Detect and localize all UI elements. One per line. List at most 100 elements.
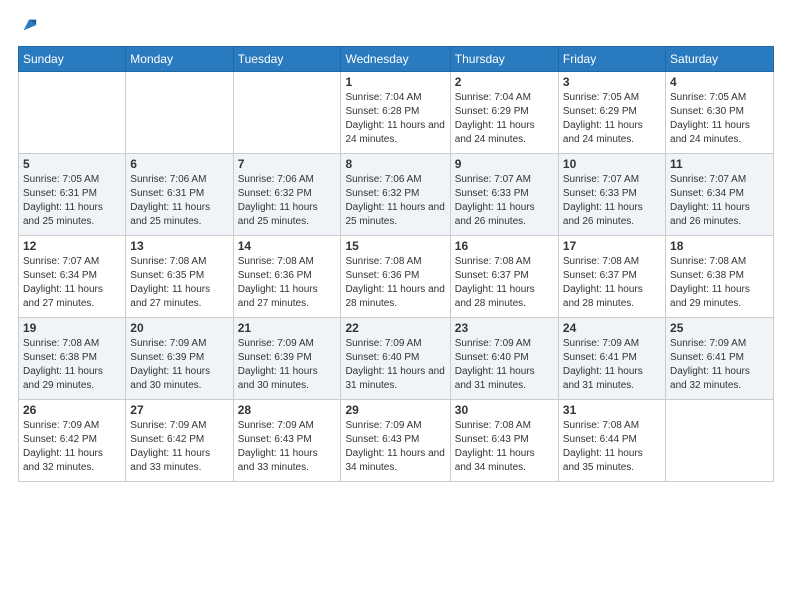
day-number: 10	[563, 157, 661, 171]
logo	[18, 16, 38, 36]
day-info: Sunrise: 7:08 AM Sunset: 6:38 PM Dayligh…	[23, 337, 121, 393]
logo-icon	[20, 16, 38, 34]
calendar-cell: 15 Sunrise: 7:08 AM Sunset: 6:36 PM Dayli…	[341, 236, 450, 318]
day-number: 6	[130, 157, 228, 171]
calendar-cell: 1 Sunrise: 7:04 AM Sunset: 6:28 PM Daylig…	[341, 72, 450, 154]
day-info: Sunrise: 7:09 AM Sunset: 6:42 PM Dayligh…	[23, 419, 121, 475]
day-info: Sunrise: 7:08 AM Sunset: 6:36 PM Dayligh…	[345, 255, 445, 311]
day-info: Sunrise: 7:08 AM Sunset: 6:38 PM Dayligh…	[670, 255, 769, 311]
weekday-header: Friday	[558, 47, 665, 72]
calendar-cell	[19, 72, 126, 154]
day-info: Sunrise: 7:05 AM Sunset: 6:31 PM Dayligh…	[23, 173, 121, 229]
calendar-cell: 3 Sunrise: 7:05 AM Sunset: 6:29 PM Daylig…	[558, 72, 665, 154]
calendar-week-row: 1 Sunrise: 7:04 AM Sunset: 6:28 PM Daylig…	[19, 72, 774, 154]
calendar-cell: 6 Sunrise: 7:06 AM Sunset: 6:31 PM Daylig…	[126, 154, 233, 236]
calendar-cell: 11Sunrise: 7:07 AM Sunset: 6:34 PM Dayli…	[666, 154, 774, 236]
calendar-cell: 20 Sunrise: 7:09 AM Sunset: 6:39 PM Dayli…	[126, 318, 233, 400]
weekday-header: Thursday	[450, 47, 558, 72]
day-info: Sunrise: 7:04 AM Sunset: 6:29 PM Dayligh…	[455, 91, 554, 147]
calendar-cell: 8Sunrise: 7:06 AM Sunset: 6:32 PM Daylig…	[341, 154, 450, 236]
day-number: 26	[23, 403, 121, 417]
day-info: Sunrise: 7:09 AM Sunset: 6:42 PM Dayligh…	[130, 419, 228, 475]
day-info: Sunrise: 7:07 AM Sunset: 6:34 PM Dayligh…	[670, 173, 769, 229]
day-info: Sunrise: 7:09 AM Sunset: 6:39 PM Dayligh…	[130, 337, 228, 393]
day-number: 4	[670, 75, 769, 89]
day-number: 14	[238, 239, 337, 253]
day-number: 22	[345, 321, 445, 335]
calendar-week-row: 26 Sunrise: 7:09 AM Sunset: 6:42 PM Dayli…	[19, 400, 774, 482]
calendar-cell: 27 Sunrise: 7:09 AM Sunset: 6:42 PM Dayli…	[126, 400, 233, 482]
day-number: 16	[455, 239, 554, 253]
day-info: Sunrise: 7:08 AM Sunset: 6:43 PM Dayligh…	[455, 419, 554, 475]
calendar-cell: 25Sunrise: 7:09 AM Sunset: 6:41 PM Dayli…	[666, 318, 774, 400]
day-info: Sunrise: 7:06 AM Sunset: 6:31 PM Dayligh…	[130, 173, 228, 229]
calendar-cell: 16 Sunrise: 7:08 AM Sunset: 6:37 PM Dayli…	[450, 236, 558, 318]
day-info: Sunrise: 7:05 AM Sunset: 6:30 PM Dayligh…	[670, 91, 769, 147]
day-info: Sunrise: 7:09 AM Sunset: 6:43 PM Dayligh…	[238, 419, 337, 475]
day-number: 25	[670, 321, 769, 335]
day-number: 3	[563, 75, 661, 89]
day-info: Sunrise: 7:08 AM Sunset: 6:37 PM Dayligh…	[455, 255, 554, 311]
day-number: 15	[345, 239, 445, 253]
calendar-cell	[233, 72, 341, 154]
calendar-cell: 7Sunrise: 7:06 AM Sunset: 6:32 PM Daylig…	[233, 154, 341, 236]
day-number: 29	[345, 403, 445, 417]
calendar-cell: 10 Sunrise: 7:07 AM Sunset: 6:33 PM Dayli…	[558, 154, 665, 236]
day-info: Sunrise: 7:08 AM Sunset: 6:37 PM Dayligh…	[563, 255, 661, 311]
calendar-week-row: 12 Sunrise: 7:07 AM Sunset: 6:34 PM Dayli…	[19, 236, 774, 318]
day-info: Sunrise: 7:09 AM Sunset: 6:39 PM Dayligh…	[238, 337, 337, 393]
day-number: 2	[455, 75, 554, 89]
day-number: 12	[23, 239, 121, 253]
day-info: Sunrise: 7:06 AM Sunset: 6:32 PM Dayligh…	[345, 173, 445, 229]
header	[18, 16, 774, 36]
calendar-cell: 4 Sunrise: 7:05 AM Sunset: 6:30 PM Daylig…	[666, 72, 774, 154]
calendar-cell: 5 Sunrise: 7:05 AM Sunset: 6:31 PM Daylig…	[19, 154, 126, 236]
calendar-cell: 22 Sunrise: 7:09 AM Sunset: 6:40 PM Dayli…	[341, 318, 450, 400]
day-info: Sunrise: 7:08 AM Sunset: 6:36 PM Dayligh…	[238, 255, 337, 311]
day-number: 30	[455, 403, 554, 417]
weekday-header: Sunday	[19, 47, 126, 72]
day-info: Sunrise: 7:09 AM Sunset: 6:40 PM Dayligh…	[455, 337, 554, 393]
calendar-table: SundayMondayTuesdayWednesdayThursdayFrid…	[18, 46, 774, 482]
day-info: Sunrise: 7:04 AM Sunset: 6:28 PM Dayligh…	[345, 91, 445, 147]
day-info: Sunrise: 7:05 AM Sunset: 6:29 PM Dayligh…	[563, 91, 661, 147]
day-number: 28	[238, 403, 337, 417]
calendar-cell: 2 Sunrise: 7:04 AM Sunset: 6:29 PM Daylig…	[450, 72, 558, 154]
day-info: Sunrise: 7:08 AM Sunset: 6:44 PM Dayligh…	[563, 419, 661, 475]
day-info: Sunrise: 7:07 AM Sunset: 6:33 PM Dayligh…	[455, 173, 554, 229]
day-number: 9	[455, 157, 554, 171]
calendar-cell: 14 Sunrise: 7:08 AM Sunset: 6:36 PM Dayli…	[233, 236, 341, 318]
day-number: 19	[23, 321, 121, 335]
weekday-header: Tuesday	[233, 47, 341, 72]
day-number: 24	[563, 321, 661, 335]
calendar-week-row: 5 Sunrise: 7:05 AM Sunset: 6:31 PM Daylig…	[19, 154, 774, 236]
day-number: 21	[238, 321, 337, 335]
day-info: Sunrise: 7:09 AM Sunset: 6:40 PM Dayligh…	[345, 337, 445, 393]
day-number: 17	[563, 239, 661, 253]
weekday-header: Monday	[126, 47, 233, 72]
day-info: Sunrise: 7:09 AM Sunset: 6:43 PM Dayligh…	[345, 419, 445, 475]
calendar-cell: 30 Sunrise: 7:08 AM Sunset: 6:43 PM Dayli…	[450, 400, 558, 482]
calendar-cell: 19 Sunrise: 7:08 AM Sunset: 6:38 PM Dayli…	[19, 318, 126, 400]
calendar-cell: 17 Sunrise: 7:08 AM Sunset: 6:37 PM Dayli…	[558, 236, 665, 318]
day-info: Sunrise: 7:09 AM Sunset: 6:41 PM Dayligh…	[563, 337, 661, 393]
day-number: 1	[345, 75, 445, 89]
calendar-cell: 24 Sunrise: 7:09 AM Sunset: 6:41 PM Dayli…	[558, 318, 665, 400]
day-info: Sunrise: 7:07 AM Sunset: 6:33 PM Dayligh…	[563, 173, 661, 229]
calendar-cell: 9 Sunrise: 7:07 AM Sunset: 6:33 PM Daylig…	[450, 154, 558, 236]
calendar-week-row: 19 Sunrise: 7:08 AM Sunset: 6:38 PM Dayli…	[19, 318, 774, 400]
calendar-cell	[126, 72, 233, 154]
calendar-cell: 23 Sunrise: 7:09 AM Sunset: 6:40 PM Dayli…	[450, 318, 558, 400]
calendar-cell: 29 Sunrise: 7:09 AM Sunset: 6:43 PM Dayli…	[341, 400, 450, 482]
day-number: 20	[130, 321, 228, 335]
day-info: Sunrise: 7:07 AM Sunset: 6:34 PM Dayligh…	[23, 255, 121, 311]
calendar-cell: 18Sunrise: 7:08 AM Sunset: 6:38 PM Dayli…	[666, 236, 774, 318]
calendar-cell: 31 Sunrise: 7:08 AM Sunset: 6:44 PM Dayli…	[558, 400, 665, 482]
day-number: 5	[23, 157, 121, 171]
day-number: 13	[130, 239, 228, 253]
day-number: 27	[130, 403, 228, 417]
day-number: 31	[563, 403, 661, 417]
day-number: 23	[455, 321, 554, 335]
page: SundayMondayTuesdayWednesdayThursdayFrid…	[0, 0, 792, 612]
day-number: 7	[238, 157, 337, 171]
